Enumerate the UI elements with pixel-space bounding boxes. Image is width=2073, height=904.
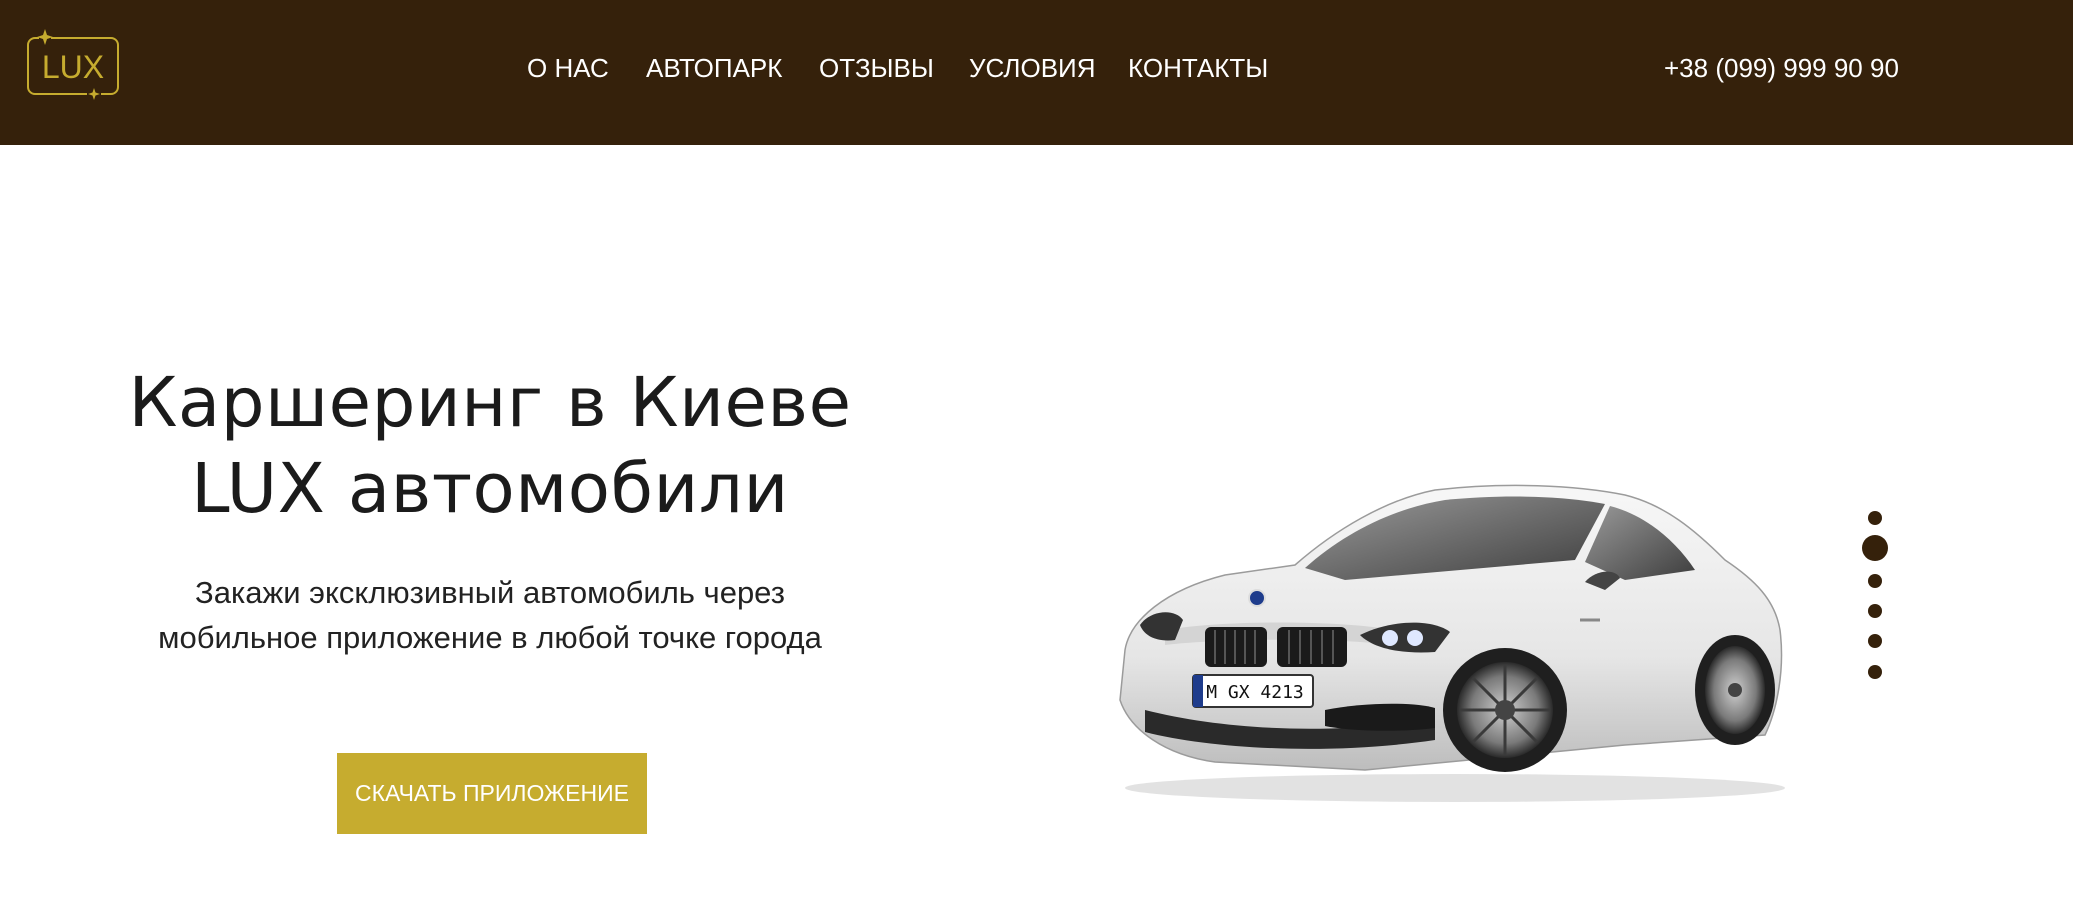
hero-title-line2: LUX автомобили [191,449,789,529]
hero-title-line1: Каршеринг в Киеве [128,363,852,443]
hero-subtitle: Закажи эксклюзивный автомобиль через моб… [100,570,880,660]
hero-subtitle-line1: Закажи эксклюзивный автомобиль через [195,575,785,610]
slider-dot-3[interactable] [1868,574,1882,588]
slider-dot-6[interactable] [1868,665,1882,679]
slider-dot-5[interactable] [1868,634,1882,648]
car-image: M GX 4213 [1105,470,1805,810]
slider-dots [1860,505,1890,685]
nav-contacts[interactable]: КОНТАКТЫ [1128,50,1268,86]
site-header: LUX О НАС АВТОПАРК ОТЗЫВЫ УСЛОВИЯ КОНТАК… [0,0,2073,145]
nav-about[interactable]: О НАС [527,50,609,86]
nav-fleet[interactable]: АВТОПАРК [646,50,782,86]
car-illustration: M GX 4213 [1119,484,1785,802]
slider-dot-4[interactable] [1868,604,1882,618]
slider-dot-2-active[interactable] [1862,535,1888,561]
nav-conditions[interactable]: УСЛОВИЯ [969,50,1096,86]
hero-title: Каршеринг в Киеве LUX автомобили [100,360,880,532]
hero-subtitle-line2: мобильное приложение в любой точке город… [158,620,822,655]
slider-dot-1[interactable] [1868,511,1882,525]
phone-link[interactable]: +38 (099) 999 90 90 [1664,50,1899,86]
license-plate-text: M GX 4213 [1206,682,1304,703]
download-app-button[interactable]: СКАЧАТЬ ПРИЛОЖЕНИЕ [337,753,647,834]
nav-reviews[interactable]: ОТЗЫВЫ [819,50,934,86]
